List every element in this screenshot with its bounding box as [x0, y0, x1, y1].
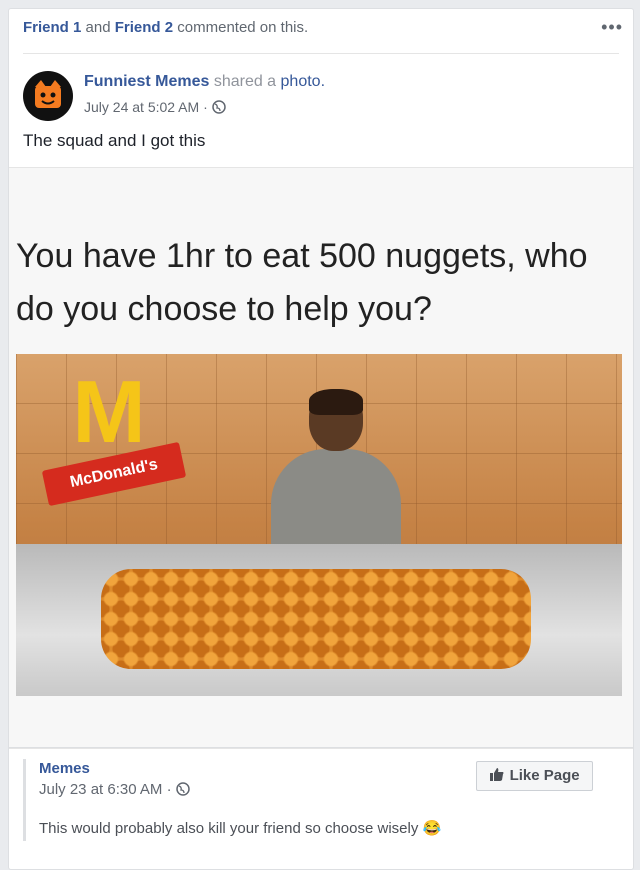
cat-face-icon [35, 80, 61, 108]
hair [309, 389, 363, 415]
thumbs-up-icon [490, 768, 504, 781]
post-image[interactable]: You have 1hr to eat 500 nuggets, who do … [9, 167, 633, 749]
comment-meta: July 23 at 6:30 AM · [39, 781, 190, 798]
post-header: Funniest Memes shared a photo. [84, 73, 325, 91]
globe-icon [176, 782, 190, 796]
page-name-link[interactable]: Funniest Memes [84, 73, 209, 90]
divider [9, 747, 633, 748]
post-time[interactable]: July 24 at 5:02 AM · [84, 99, 208, 115]
meme-photo: M McDonald's [16, 354, 622, 696]
more-options-icon[interactable]: ••• [601, 17, 623, 38]
notice-action: commented on this. [177, 19, 309, 36]
like-page-button[interactable]: Like Page [476, 761, 593, 791]
mcdonalds-arches-logo: M [72, 362, 146, 461]
notice-and: and [85, 19, 111, 36]
friend2-link[interactable]: Friend 2 [115, 19, 173, 36]
friend1-link[interactable]: Friend 1 [23, 19, 81, 36]
nuggets-pile [101, 569, 531, 669]
shared-text: shared a [213, 73, 277, 90]
like-page-label: Like Page [509, 767, 580, 784]
comment-author[interactable]: Memes [39, 760, 90, 777]
post-text: The squad and I got this [23, 131, 206, 150]
post-meta: July 24 at 5:02 AM · [84, 99, 226, 115]
quote-bar [23, 759, 26, 841]
globe-icon [211, 100, 226, 114]
page-avatar[interactable] [23, 71, 73, 121]
comment-text: This would probably also kill your frien… [39, 820, 442, 837]
comment-time[interactable]: July 23 at 6:30 AM · [39, 781, 172, 798]
divider [23, 53, 619, 54]
meme-line-2: do you choose to help you? [16, 290, 432, 328]
meme-caption: You have 1hr to eat 500 nuggets, who do … [16, 230, 616, 336]
comment-notice: Friend 1 and Friend 2 commented on this. [23, 19, 308, 36]
photo-link[interactable]: photo. [281, 73, 325, 90]
post-card: Friend 1 and Friend 2 commented on this.… [8, 8, 634, 870]
meme-line-1: You have 1hr to eat 500 nuggets, who [16, 237, 588, 275]
